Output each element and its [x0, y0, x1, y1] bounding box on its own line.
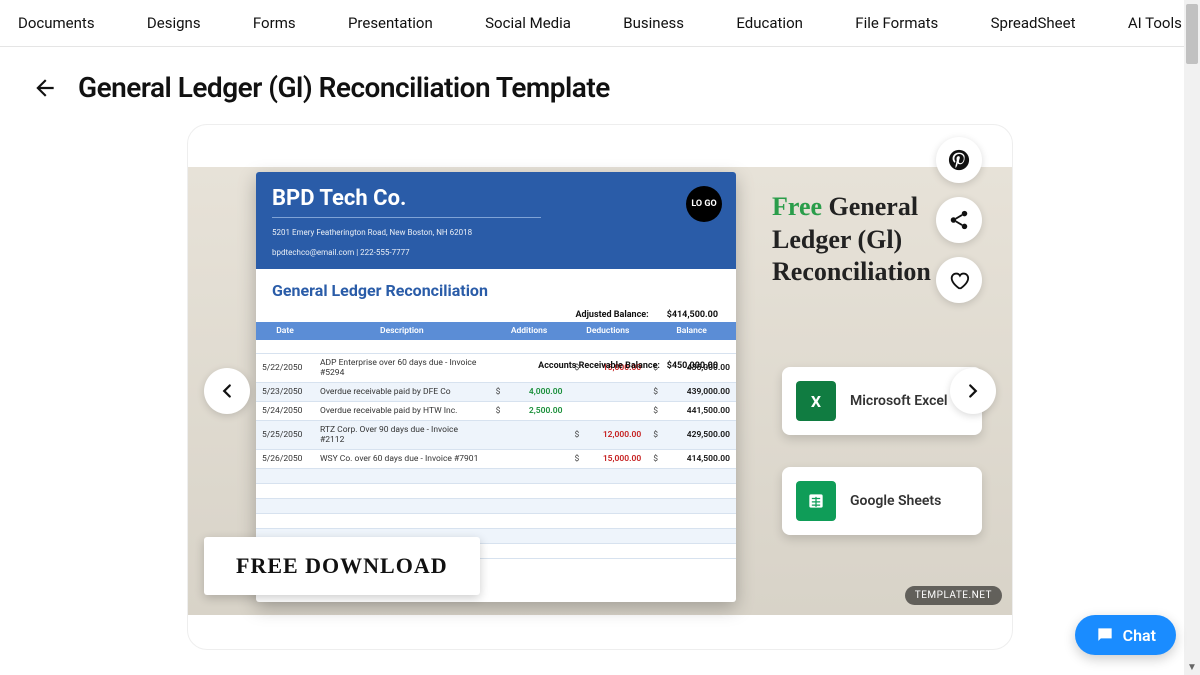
share-button[interactable] [936, 197, 982, 243]
nav-social-media[interactable]: Social Media [485, 14, 571, 32]
pinterest-icon [948, 149, 970, 171]
table-row: 5/24/2050Overdue receivable paid by HTW … [256, 402, 736, 421]
nav-business[interactable]: Business [623, 14, 684, 32]
sheets-icon [796, 481, 836, 521]
nav-ai-tools[interactable]: AI Tools [1128, 14, 1182, 32]
page-header: General Ledger (Gl) Reconciliation Templ… [0, 47, 1200, 114]
nav-spreadsheet[interactable]: SpreadSheet [991, 14, 1076, 32]
chat-button[interactable]: Chat [1075, 615, 1176, 655]
scrollbar[interactable]: ▲ ▼ [1184, 0, 1200, 675]
sheets-label: Google Sheets [850, 493, 941, 510]
nav-education[interactable]: Education [736, 14, 803, 32]
chevron-right-icon [962, 380, 984, 402]
nav-documents[interactable]: Documents [18, 14, 95, 32]
heart-icon [948, 269, 970, 291]
ar-balance-label: Accounts Receivable Balance: [538, 361, 660, 371]
nav-file-formats[interactable]: File Formats [855, 14, 938, 32]
logo-badge: LO GO [686, 186, 722, 222]
table-row: 5/23/2050Overdue receivable paid by DFE … [256, 383, 736, 402]
nav-designs[interactable]: Designs [147, 14, 201, 32]
col-description: Description [314, 322, 490, 340]
adjusted-balance-label: Adjusted Balance: [575, 310, 648, 320]
company-address: 5201 Emery Featherington Road, New Bosto… [272, 228, 720, 238]
app-card-sheets: Google Sheets [782, 467, 982, 535]
nav-presentation[interactable]: Presentation [348, 14, 433, 32]
chevron-left-icon [216, 380, 238, 402]
arrow-left-icon [32, 75, 58, 101]
promo-free-word: Free [772, 192, 822, 221]
doc-header: BPD Tech Co. 5201 Emery Featherington Ro… [256, 172, 736, 269]
ar-balance-value: $450,000.00 [667, 361, 718, 371]
adjusted-balance-row: Adjusted Balance: $414,500.00 [256, 308, 736, 322]
share-icon [948, 209, 970, 231]
company-contact: bpdtechco@email.com | 222-555-7777 [272, 248, 720, 258]
table-row: 5/26/2050WSY Co. over 60 days due - Invo… [256, 450, 736, 469]
excel-icon: X [796, 381, 836, 421]
excel-label: Microsoft Excel [850, 393, 948, 410]
nav-forms[interactable]: Forms [253, 14, 296, 32]
back-button[interactable] [30, 73, 60, 103]
col-additions: Additions [490, 322, 569, 340]
free-download-badge: FREE DOWNLOAD [204, 537, 480, 595]
favorite-button[interactable] [936, 257, 982, 303]
carousel-next-button[interactable] [950, 368, 996, 414]
col-balance: Balance [647, 322, 736, 340]
pinterest-button[interactable] [936, 137, 982, 183]
preview-image: BPD Tech Co. 5201 Emery Featherington Ro… [188, 167, 1012, 615]
watermark: TEMPLATE.NET [905, 586, 1002, 605]
adjusted-balance-value: $414,500.00 [667, 310, 718, 320]
ar-balance-row: Accounts Receivable Balance: $450,000.00 [538, 358, 736, 374]
company-name: BPD Tech Co. [272, 186, 720, 211]
template-card: BPD Tech Co. 5201 Emery Featherington Ro… [187, 124, 1013, 650]
chat-label: Chat [1123, 626, 1156, 645]
doc-title: General Ledger Reconciliation [256, 269, 736, 308]
page-title: General Ledger (Gl) Reconciliation Templ… [78, 71, 610, 104]
chat-icon [1095, 625, 1115, 645]
col-deductions: Deductions [568, 322, 647, 340]
carousel-prev-button[interactable] [204, 368, 250, 414]
scroll-thumb[interactable] [1186, 4, 1198, 64]
side-actions [936, 137, 982, 303]
top-nav: Documents Designs Forms Presentation Soc… [0, 0, 1200, 47]
table-row: 5/25/2050RTZ Corp. Over 90 days due - In… [256, 421, 736, 450]
scroll-down-arrow[interactable]: ▼ [1184, 659, 1200, 675]
col-date: Date [256, 322, 314, 340]
